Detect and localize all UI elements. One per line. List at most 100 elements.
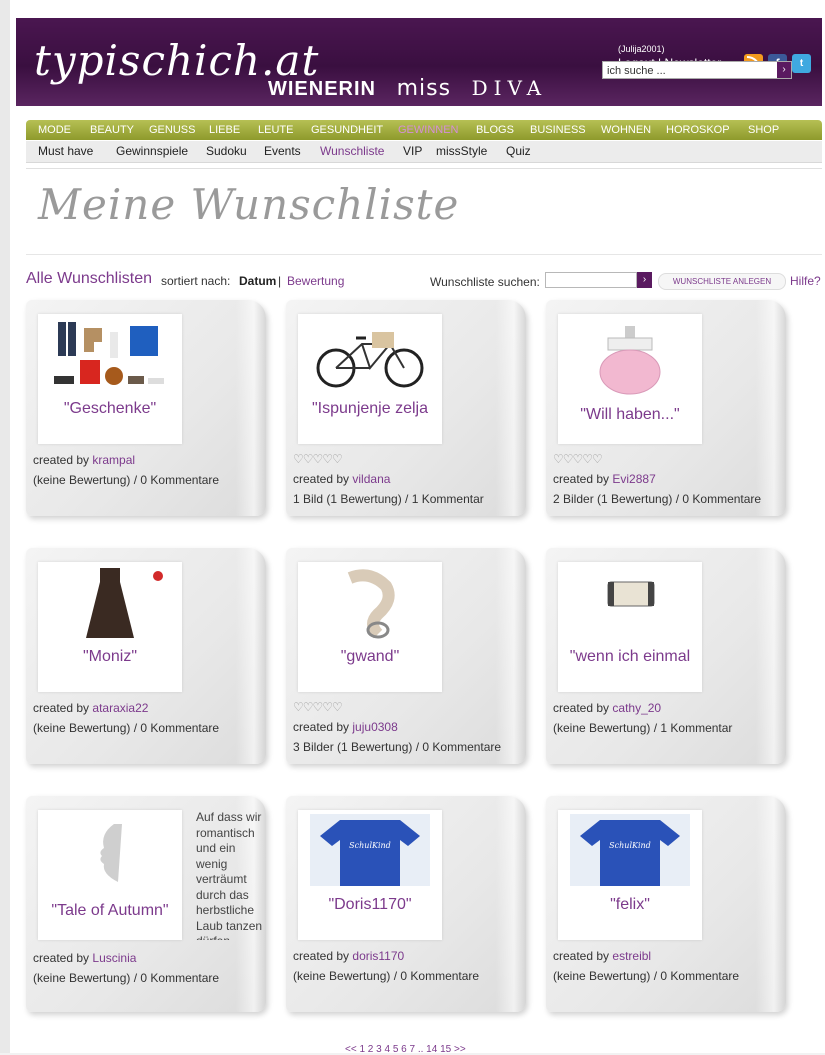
created-by-label: created by xyxy=(33,951,90,965)
wishlist-stats: 2 Bilder (1 Bewertung) / 0 Kommentare xyxy=(553,492,762,506)
twitter-icon[interactable]: t xyxy=(792,54,811,73)
nav-item-horoskop[interactable]: HOROSKOP xyxy=(666,120,730,140)
created-by: created by Evi2887 xyxy=(553,472,656,486)
tshirt-icon: SchulKind xyxy=(310,814,430,886)
creator-link[interactable]: ataraxia22 xyxy=(92,701,148,715)
main-nav: MODE BEAUTY GENUSS LIEBE LEUTE GESUNDHEI… xyxy=(26,120,822,140)
creator-link[interactable]: cathy_20 xyxy=(612,701,661,715)
all-wishlists-heading: Alle Wunschlisten xyxy=(26,270,152,287)
creator-link[interactable]: Evi2887 xyxy=(612,472,655,486)
nav-item-gewinnen[interactable]: GEWINNEN xyxy=(398,120,459,140)
wishlist-card[interactable]: "gwand" ♡♡♡♡♡ created by juju0308 3 Bild… xyxy=(286,548,526,764)
wishlist-card[interactable]: "Will haben..." ♡♡♡♡♡ created by Evi2887… xyxy=(546,300,786,516)
subnav-item-missstyle[interactable]: missStyle xyxy=(436,141,487,162)
subnav-item-sudoku[interactable]: Sudoku xyxy=(206,141,247,162)
wishlist-thumbnail[interactable]: "Tale of Autumn" xyxy=(38,810,182,940)
subnav-item-must-have[interactable]: Must have xyxy=(38,141,93,162)
subnav-item-wunschliste[interactable]: Wunschliste xyxy=(320,141,384,162)
created-by: created by vildana xyxy=(293,472,390,486)
wishlist-thumbnail[interactable]: "Moniz" xyxy=(38,562,182,692)
rating-hearts: ♡♡♡♡♡ xyxy=(293,452,343,466)
wishlist-thumbnail[interactable]: "Will haben..." xyxy=(558,314,702,444)
header-search-button[interactable]: › xyxy=(777,62,791,78)
created-by-label: created by xyxy=(553,949,610,963)
brand-wienerin[interactable]: WIENERIN xyxy=(268,78,376,100)
wishlist-thumbnail[interactable]: SchulKind "Doris1170" xyxy=(298,810,442,940)
wishlist-thumbnail[interactable]: "Ispunjenje zelja xyxy=(298,314,442,444)
wishlist-thumbnail[interactable]: "wenn ich einmal xyxy=(558,562,702,692)
header-search-input[interactable]: ich suche ... › xyxy=(602,61,792,79)
subnav-item-gewinnspiele[interactable]: Gewinnspiele xyxy=(116,141,188,162)
pagination[interactable]: << 1 2 3 4 5 6 7 .. 14 15 >> xyxy=(345,1044,466,1055)
created-by: created by juju0308 xyxy=(293,720,398,734)
nav-item-gesundheit[interactable]: GESUNDHEIT xyxy=(311,120,383,140)
wishlist-card[interactable]: "Tale of Autumn" Auf dass wir romantisch… xyxy=(26,796,266,1012)
nav-item-liebe[interactable]: LIEBE xyxy=(209,120,240,140)
brand-diva[interactable]: DIVA xyxy=(472,76,547,100)
wishlist-title[interactable]: "Geschenke" xyxy=(38,400,182,418)
list-toolbar: Alle Wunschlisten sortiert nach: Datum |… xyxy=(26,270,822,292)
subnav-item-quiz[interactable]: Quiz xyxy=(506,141,531,162)
created-by-label: created by xyxy=(33,453,90,467)
creator-link[interactable]: Luscinia xyxy=(92,951,136,965)
tshirt-print: SchulKind xyxy=(349,841,391,850)
wishlist-search-button[interactable]: › xyxy=(637,272,652,288)
nav-item-mode[interactable]: MODE xyxy=(38,120,71,140)
wishlist-title[interactable]: "felix" xyxy=(558,896,702,914)
created-by: created by krampal xyxy=(33,453,135,467)
header-search-placeholder: ich suche ... xyxy=(607,65,666,77)
created-by-label: created by xyxy=(293,472,350,486)
wishlist-title[interactable]: "Tale of Autumn" xyxy=(38,902,182,920)
wishlist-thumbnail[interactable]: "gwand" xyxy=(298,562,442,692)
wishlist-card[interactable]: SchulKind "Doris1170" created by doris11… xyxy=(286,796,526,1012)
nav-item-leute[interactable]: LEUTE xyxy=(258,120,293,140)
created-by-label: created by xyxy=(293,720,350,734)
wishlist-thumbnail[interactable]: SchulKind "felix" xyxy=(558,810,702,940)
creator-link[interactable]: juju0308 xyxy=(352,720,397,734)
nav-item-genuss[interactable]: GENUSS xyxy=(149,120,195,140)
wishlist-thumbnail[interactable]: "Geschenke" xyxy=(38,314,182,444)
left-gutter xyxy=(0,0,10,1053)
nav-item-business[interactable]: BUSINESS xyxy=(530,120,586,140)
clutch-icon xyxy=(607,581,655,607)
brand-miss[interactable]: miss xyxy=(397,76,451,101)
wishlist-card[interactable]: "Ispunjenje zelja ♡♡♡♡♡ created by vilda… xyxy=(286,300,526,516)
wishlist-card[interactable]: "Geschenke" created by krampal (keine Be… xyxy=(26,300,266,516)
username: (Julija2001) xyxy=(618,44,665,54)
subnav-item-events[interactable]: Events xyxy=(264,141,301,162)
creator-link[interactable]: vildana xyxy=(352,472,390,486)
divider xyxy=(26,254,822,255)
rating-hearts: ♡♡♡♡♡ xyxy=(293,700,343,714)
create-wishlist-button[interactable]: WUNSCHLISTE ANLEGEN xyxy=(658,273,786,290)
creator-link[interactable]: krampal xyxy=(92,453,135,467)
brand-row: WIENERIN miss DIVA xyxy=(268,76,561,101)
wishlist-title[interactable]: "gwand" xyxy=(298,648,442,666)
wishlist-stats: 3 Bilder (1 Bewertung) / 0 Kommentare xyxy=(293,740,502,754)
wishlist-title[interactable]: "wenn ich einmal xyxy=(558,648,702,666)
nav-item-beauty[interactable]: BEAUTY xyxy=(90,120,134,140)
wishlist-stats: 1 Bild (1 Bewertung) / 1 Kommentar xyxy=(293,492,484,506)
dress-icon xyxy=(86,568,163,638)
wishlist-title[interactable]: "Ispunjenje zelja xyxy=(298,400,442,418)
wishlist-search-input[interactable] xyxy=(545,272,637,288)
wishlist-card[interactable]: "wenn ich einmal created by cathy_20 (ke… xyxy=(546,548,786,764)
wishlist-title[interactable]: "Doris1170" xyxy=(298,896,442,914)
wishlist-card[interactable]: SchulKind "felix" created by estreibl (k… xyxy=(546,796,786,1012)
rating-hearts: ♡♡♡♡♡ xyxy=(553,452,603,466)
sort-by-rating[interactable]: Bewertung xyxy=(287,274,344,288)
creator-link[interactable]: doris1170 xyxy=(352,949,404,963)
bicycle-icon xyxy=(316,332,424,388)
wishlist-title[interactable]: "Will haben..." xyxy=(558,406,702,424)
wishlist-search-label: Wunschliste suchen: xyxy=(430,275,540,289)
wishlist-title[interactable]: "Moniz" xyxy=(38,648,182,666)
subnav-item-vip[interactable]: VIP xyxy=(403,141,422,162)
clothes-collage-icon xyxy=(54,322,164,385)
help-link[interactable]: Hilfe? xyxy=(790,274,821,288)
wishlist-card[interactable]: "Moniz" created by ataraxia22 (keine Bew… xyxy=(26,548,266,764)
creator-link[interactable]: estreibl xyxy=(612,949,651,963)
nav-item-wohnen[interactable]: WOHNEN xyxy=(601,120,651,140)
created-by: created by ataraxia22 xyxy=(33,701,148,715)
nav-item-shop[interactable]: SHOP xyxy=(748,120,779,140)
sort-by-date[interactable]: Datum xyxy=(239,274,276,288)
nav-item-blogs[interactable]: BLOGS xyxy=(476,120,514,140)
